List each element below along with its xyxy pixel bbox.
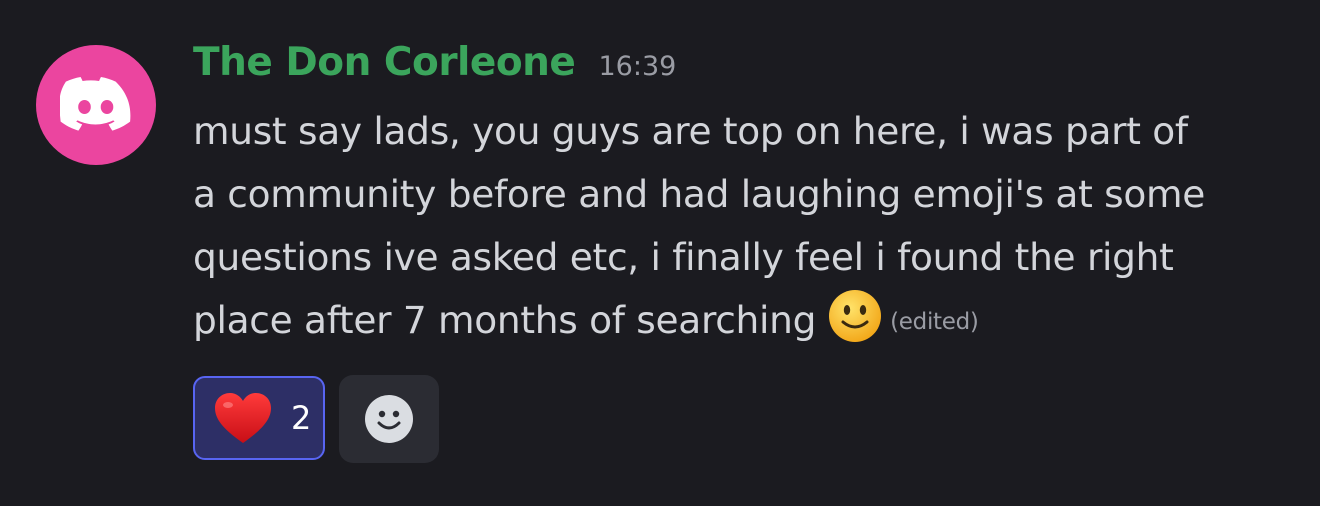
timestamp[interactable]: 16:39 xyxy=(598,51,676,82)
message-line: place after 7 months of searching xyxy=(193,298,817,342)
message-header: The Don Corleone 16:39 xyxy=(193,40,676,85)
edited-label: (edited) xyxy=(890,309,979,335)
reaction-heart[interactable]: 2 xyxy=(193,376,325,460)
message-line-last: place after 7 months of searching (edite… xyxy=(193,289,1303,354)
slightly-smiling-face-icon[interactable] xyxy=(828,289,882,343)
message-line: questions ive asked etc, i finally feel … xyxy=(193,235,1174,279)
message-content: must say lads, you guys are top on here,… xyxy=(193,100,1303,354)
chat-message: The Don Corleone 16:39 must say lads, yo… xyxy=(0,0,1320,506)
discord-logo-icon xyxy=(60,77,131,131)
username[interactable]: The Don Corleone xyxy=(193,40,576,85)
message-line: must say lads, you guys are top on here,… xyxy=(193,109,1188,153)
add-reaction-smiley-icon xyxy=(365,395,413,443)
avatar[interactable] xyxy=(36,45,156,165)
add-reaction-button[interactable] xyxy=(339,375,439,463)
message-line: a community before and had laughing emoj… xyxy=(193,172,1206,216)
red-heart-icon xyxy=(215,393,271,443)
reaction-count: 2 xyxy=(291,399,312,437)
reactions-bar: 2 xyxy=(193,375,439,463)
